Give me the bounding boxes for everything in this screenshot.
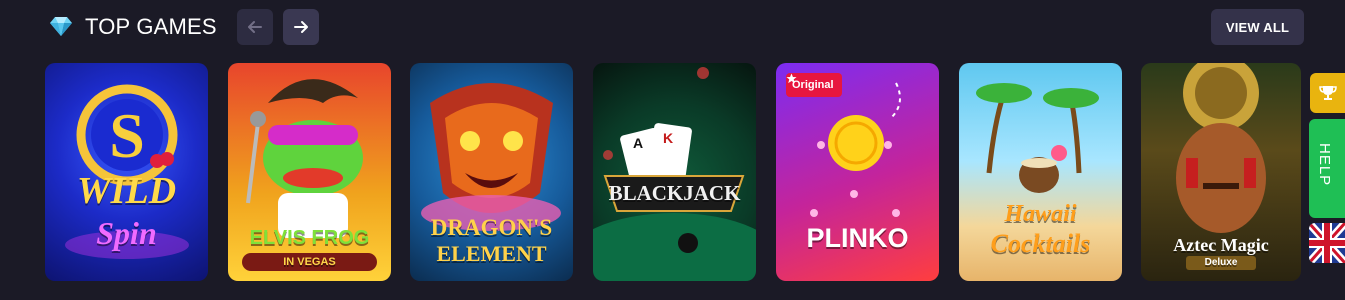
view-all-button[interactable]: VIEW ALL [1211, 9, 1304, 45]
arrow-right-icon [294, 21, 308, 33]
game-card-dragons-element[interactable]: DRAGON'S ELEMENT [410, 63, 573, 281]
svg-text:S: S [109, 100, 145, 171]
next-button[interactable] [283, 9, 319, 45]
trophy-button[interactable] [1310, 73, 1345, 113]
game-title: PLINKO [806, 223, 909, 253]
game-subtitle: Deluxe [1186, 256, 1256, 270]
game-card-elvis-frog[interactable]: ELVIS FROG IN VEGAS [228, 63, 391, 281]
original-badge: Original [786, 73, 842, 97]
game-title: Aztec Magic [1173, 235, 1269, 255]
game-subtitle: Spin [96, 215, 157, 251]
game-subtitle: IN VEGAS [242, 253, 377, 271]
game-card-aztec-magic[interactable]: Aztec Magic Deluxe [1141, 63, 1301, 281]
svg-text:A: A [633, 135, 643, 151]
trophy-icon [1318, 86, 1337, 100]
game-card-wild-spin[interactable]: S WILD Spin [45, 63, 208, 281]
game-card-plinko[interactable]: Original PLINKO [776, 63, 939, 281]
section-title: TOP GAMES [85, 14, 217, 39]
game-title: WILD [76, 170, 177, 212]
section-header: TOP GAMES VIEW ALL [0, 0, 1345, 56]
help-label: HELP [1316, 143, 1333, 187]
game-subtitle: ELEMENT [436, 241, 547, 266]
game-title: BLACKJACK [608, 181, 741, 205]
badge-label: Original [792, 79, 834, 91]
game-title: Hawaii [1004, 201, 1077, 227]
diamond-icon [50, 17, 72, 36]
language-selector[interactable] [1309, 223, 1345, 263]
uk-flag-icon [1309, 223, 1345, 263]
game-card-hawaii-cocktails[interactable]: Hawaii Cocktails [959, 63, 1122, 281]
game-card-blackjack[interactable]: A K BLACKJACK [593, 63, 756, 281]
game-art: A K [593, 67, 756, 281]
svg-text:K: K [663, 130, 673, 146]
help-button[interactable]: HELP [1309, 119, 1345, 218]
arrow-left-icon [248, 21, 262, 33]
game-subtitle: Cocktails [990, 229, 1091, 258]
top-games-section: TOP GAMES VIEW ALL S WILD Spin ELVIS FRO… [0, 0, 1345, 300]
game-title: ELVIS FROG [249, 227, 370, 249]
game-title: DRAGON'S [430, 215, 553, 240]
star-icon [786, 73, 797, 84]
prev-button[interactable] [237, 9, 273, 45]
